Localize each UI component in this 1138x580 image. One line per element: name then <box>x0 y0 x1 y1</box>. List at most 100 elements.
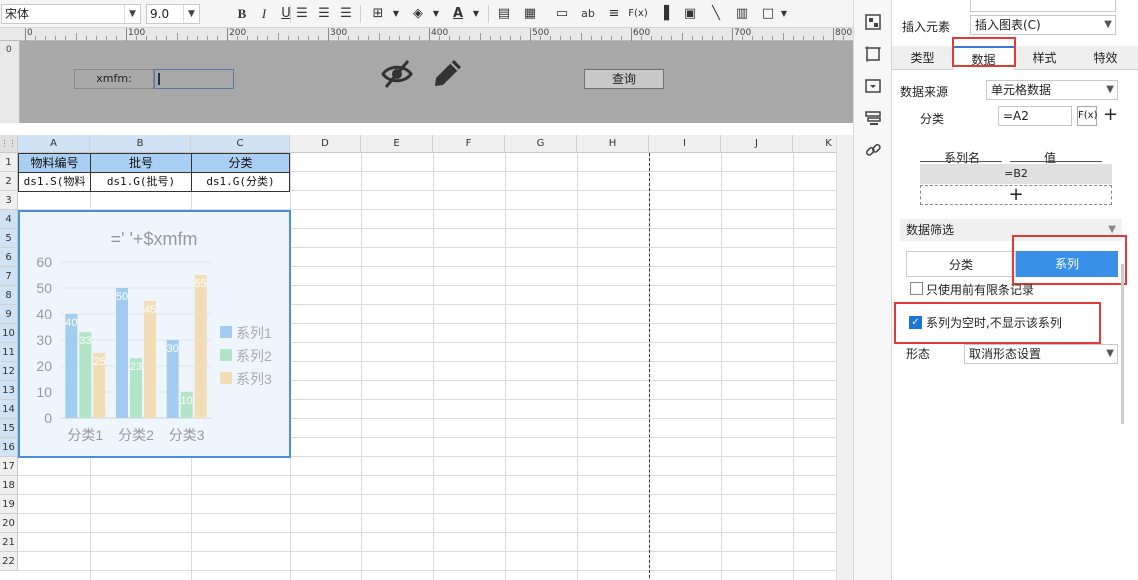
chevron-down-icon[interactable]: ▼ <box>1104 16 1112 34</box>
column-header-i[interactable]: I <box>649 135 721 153</box>
row-header-19[interactable]: 19 <box>0 495 18 514</box>
cell-b1[interactable]: 批号 <box>90 153 192 173</box>
chevron-down-icon[interactable]: ▼ <box>183 5 199 23</box>
pencil-icon[interactable] <box>432 57 464 89</box>
shape-select[interactable]: 取消形态设置 ▼ <box>964 344 1118 364</box>
row-header-10[interactable]: 10 <box>0 324 18 343</box>
merge-cells-icon[interactable]: ▤ <box>494 4 514 24</box>
align-right-icon[interactable]: ☰ <box>336 4 356 24</box>
grid-line <box>793 153 794 580</box>
cell-c2[interactable]: ds1.G(分类) <box>191 172 290 192</box>
add-series-button[interactable]: + <box>920 185 1112 205</box>
column-header-k[interactable]: K <box>793 135 836 153</box>
bold-icon[interactable]: B <box>232 4 252 24</box>
chevron-down-icon[interactable]: ▼ <box>124 5 140 23</box>
column-header-h[interactable]: H <box>577 135 649 153</box>
eye-slash-icon[interactable] <box>380 57 414 91</box>
category-input[interactable]: =A2 <box>998 106 1072 126</box>
ruler-minor-tick <box>590 36 592 40</box>
vertical-scrollbar[interactable] <box>836 135 853 580</box>
row-header-6[interactable]: 6 <box>0 248 18 267</box>
row-header-12[interactable]: 12 <box>0 362 18 381</box>
column-header-b[interactable]: B <box>90 135 191 153</box>
column-header-d[interactable]: D <box>290 135 361 153</box>
grid-corner[interactable]: ⋮⋮ <box>0 135 18 153</box>
italic-icon[interactable]: I <box>254 4 274 24</box>
tab-effects[interactable]: 特效 <box>1075 46 1136 70</box>
y-tick-label: 40 <box>36 306 52 322</box>
tab-style[interactable]: 样式 <box>1014 46 1075 70</box>
row-header-4[interactable]: 4 <box>0 210 18 229</box>
row-header-16[interactable]: 16 <box>0 438 18 457</box>
column-header-a[interactable]: A <box>18 135 90 153</box>
formula-icon[interactable]: F(x) <box>628 4 648 24</box>
row-header-14[interactable]: 14 <box>0 400 18 419</box>
row-header-18[interactable]: 18 <box>0 476 18 495</box>
chevron-down-icon[interactable]: ▼ <box>466 4 486 24</box>
spreadsheet-grid[interactable]: ⋮⋮ A B C D E F G H I J K 1 2 3 4 5 6 7 8 9 10 11 12 13 14 15 16 17 1… <box>0 135 836 580</box>
row-header-7[interactable]: 7 <box>0 267 18 286</box>
align-left-icon[interactable]: ☰ <box>292 4 312 24</box>
row-header-13[interactable]: 13 <box>0 381 18 400</box>
chevron-down-icon[interactable]: ▼ <box>426 4 446 24</box>
param-input[interactable] <box>154 69 234 89</box>
link-icon[interactable] <box>863 140 883 160</box>
cell-a1[interactable]: 物料编号 <box>18 153 91 173</box>
chart-widget[interactable]: =' '+$xmfm 0 10 20 30 40 50 60 40 33 25 分类1 50 23 45 分类… <box>18 210 291 458</box>
component-icon[interactable] <box>863 12 883 32</box>
row-header-1[interactable]: 1 <box>0 153 18 172</box>
chevron-down-icon[interactable]: ▼ <box>1106 345 1114 363</box>
cell-a2[interactable]: ds1.S(物料 <box>18 172 91 192</box>
text-icon[interactable]: ab <box>578 4 598 24</box>
font-size-select[interactable]: 9.0 ▼ <box>146 4 200 24</box>
column-header-c[interactable]: C <box>191 135 290 153</box>
panel-scrollbar[interactable] <box>1121 264 1124 424</box>
row-header-20[interactable]: 20 <box>0 514 18 533</box>
row-header-5[interactable]: 5 <box>0 229 18 248</box>
frame-icon[interactable] <box>863 44 883 64</box>
row-header-17[interactable]: 17 <box>0 457 18 476</box>
row-header-2[interactable]: 2 <box>0 172 18 191</box>
data-source-select[interactable]: 单元格数据 ▼ <box>986 80 1118 100</box>
column-header-e[interactable]: E <box>361 135 433 153</box>
row-header-9[interactable]: 9 <box>0 305 18 324</box>
font-family-select[interactable]: 宋体 ▼ <box>1 4 141 24</box>
fill-color-icon[interactable]: ◈ <box>408 4 428 24</box>
cell-b2[interactable]: ds1.G(批号) <box>90 172 192 192</box>
row-header-11[interactable]: 11 <box>0 343 18 362</box>
add-icon[interactable]: + <box>1103 105 1118 125</box>
ruler-minor-tick <box>600 36 602 40</box>
tab-type[interactable]: 类型 <box>892 46 953 70</box>
chart-icon[interactable]: ▐ <box>654 4 674 24</box>
column-header-g[interactable]: G <box>505 135 577 153</box>
widget-icon[interactable] <box>863 76 883 96</box>
layer-icon[interactable] <box>863 108 883 128</box>
row-header-21[interactable]: 21 <box>0 533 18 552</box>
chevron-down-icon[interactable]: ▼ <box>386 4 406 24</box>
column-header-f[interactable]: F <box>433 135 505 153</box>
top-select[interactable] <box>970 0 1116 12</box>
row-header-3[interactable]: 3 <box>0 191 18 210</box>
series-value-row[interactable]: =B2 <box>920 164 1112 184</box>
chevron-down-icon[interactable]: ▼ <box>774 4 794 24</box>
formula-button[interactable]: F(x) <box>1077 106 1097 126</box>
row-header-15[interactable]: 15 <box>0 419 18 438</box>
slash-icon[interactable]: ╲ <box>706 4 726 24</box>
image-icon[interactable]: ▣ <box>680 4 700 24</box>
query-button[interactable]: 查询 <box>584 69 664 89</box>
cell-format-icon[interactable]: ▭ <box>552 4 572 24</box>
text-wrap-icon[interactable]: ≡ <box>604 4 624 24</box>
column-header-j[interactable]: J <box>721 135 793 153</box>
insert-element-select[interactable]: 插入图表(C) ▼ <box>970 15 1116 35</box>
limit-records-checkbox[interactable] <box>910 282 923 295</box>
table-icon[interactable]: ▦ <box>520 4 540 24</box>
font-color-icon[interactable]: A <box>448 4 468 24</box>
border-icon[interactable]: ⊞ <box>368 4 388 24</box>
row-header-22[interactable]: 22 <box>0 552 18 571</box>
chevron-down-icon[interactable]: ▼ <box>1106 81 1114 99</box>
sub-report-icon[interactable]: ▥ <box>732 4 752 24</box>
align-center-icon[interactable]: ☰ <box>314 4 334 24</box>
cell-c1[interactable]: 分类 <box>191 153 290 173</box>
filter-tab-category[interactable]: 分类 <box>906 251 1016 277</box>
row-header-8[interactable]: 8 <box>0 286 18 305</box>
